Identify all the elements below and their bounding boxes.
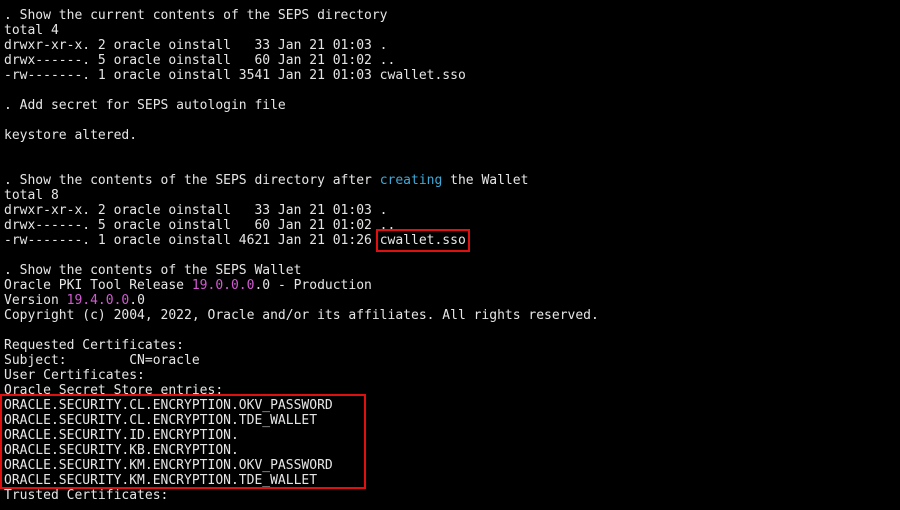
version-pre: Version <box>4 293 67 308</box>
section3-row: drwx------. 5 oracle oinstall 60 Jan 21 … <box>4 218 396 233</box>
pki-tool-pre: Oracle PKI Tool Release <box>4 278 192 293</box>
section3-header-post: the Wallet <box>442 173 529 188</box>
section1-total: total 4 <box>4 23 59 38</box>
section3-row: drwxr-xr-x. 2 oracle oinstall 33 Jan 21 … <box>4 203 388 218</box>
trusted-certs-line: Trusted Certificates: <box>4 488 169 503</box>
section3-total: total 8 <box>4 188 59 203</box>
highlighted-filename: cwallet.sso <box>375 229 470 252</box>
copyright-line: Copyright (c) 2004, 2022, Oracle and/or … <box>4 308 599 323</box>
section3-header: . Show the contents of the SEPS director… <box>4 173 599 188</box>
version-number: 19.4.0.0 <box>66 293 130 308</box>
section3-header-pre: . Show the contents of the SEPS director… <box>4 173 380 188</box>
pki-tool-version: 19.0.0.0 <box>191 278 255 293</box>
requested-certs-line: Requested Certificates: <box>4 338 185 353</box>
section3-row-file: -rw-------. 1 oracle oinstall 4621 Jan 2… <box>4 229 599 252</box>
secret-entries-highlight-box <box>0 394 366 489</box>
section1-row: -rw-------. 1 oracle oinstall 3541 Jan 2… <box>4 68 466 83</box>
section2-result: keystore altered. <box>4 128 138 143</box>
pki-tool-post: .0 - Production <box>254 278 372 293</box>
section2-header: . Add secret for SEPS autologin file <box>4 98 286 113</box>
version-post: .0 <box>129 293 145 308</box>
section3-row-prefix: -rw-------. 1 oracle oinstall 4621 Jan 2… <box>4 233 380 248</box>
section1-header: . Show the current contents of the SEPS … <box>4 8 388 23</box>
section1-row: drwx------. 5 oracle oinstall 60 Jan 21 … <box>4 53 396 68</box>
version-line: Version 19.4.0.0.0 <box>4 293 599 308</box>
section1-row: drwxr-xr-x. 2 oracle oinstall 33 Jan 21 … <box>4 38 388 53</box>
pki-tool-release: Oracle PKI Tool Release 19.0.0.0.0 - Pro… <box>4 278 599 293</box>
subject-line: Subject: CN=oracle <box>4 353 200 368</box>
section3-header-keyword: creating <box>379 173 443 188</box>
section4-header: . Show the contents of the SEPS Wallet <box>4 263 302 278</box>
terminal-window[interactable]: . Show the current contents of the SEPS … <box>0 0 900 510</box>
user-certs-line: User Certificates: <box>4 368 145 383</box>
